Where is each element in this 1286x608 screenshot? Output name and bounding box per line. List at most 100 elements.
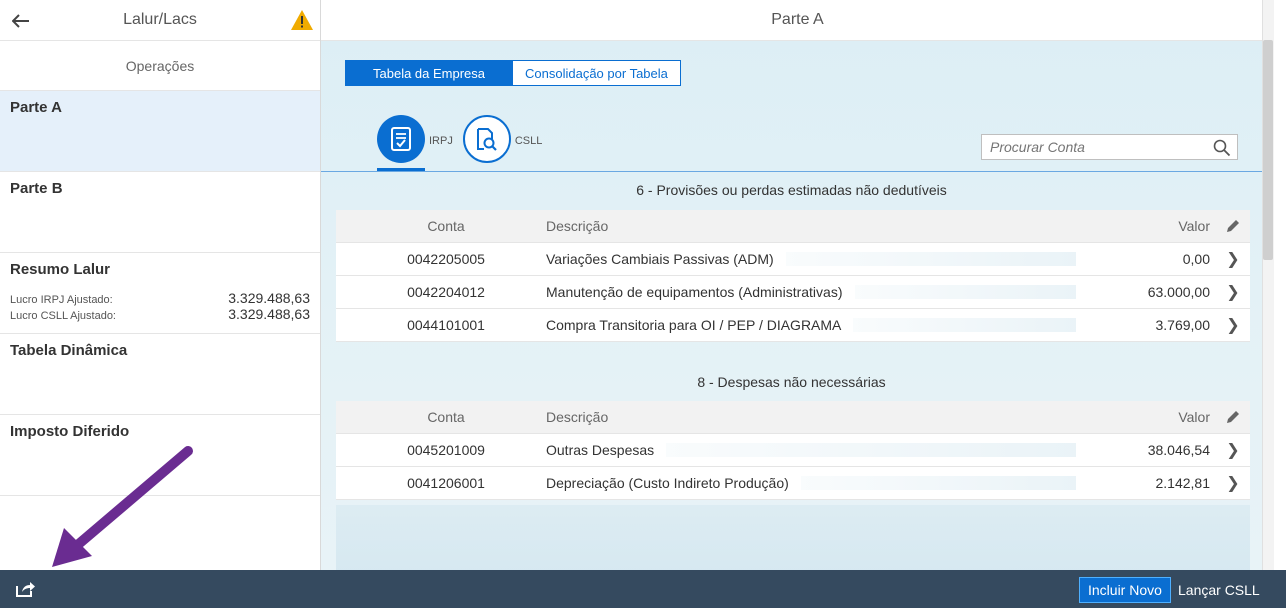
table-row[interactable]: 0044101001 Compra Transitoria para OI / … — [336, 309, 1250, 342]
cell-descricao: Depreciação (Custo Indireto Produção) — [536, 475, 1096, 491]
cell-descricao: Compra Transitoria para OI / PEP / DIAGR… — [536, 317, 1096, 333]
detail-title: Parte A — [321, 0, 1274, 41]
lucro-irpj-label: Lucro IRPJ Ajustado: — [10, 294, 113, 306]
cell-valor: 3.769,00 — [1155, 317, 1211, 333]
document-check-icon — [391, 127, 411, 151]
edit-button[interactable] — [1216, 218, 1250, 234]
pencil-icon — [1227, 411, 1239, 423]
cell-descricao-text: Variações Cambiais Passivas (ADM) — [546, 251, 774, 267]
chevron-right-icon: ❯ — [1226, 251, 1240, 268]
master-item-parte-a[interactable]: Parte A — [0, 91, 320, 172]
cell-conta: 0041206001 — [407, 475, 485, 491]
lucro-csll-label: Lucro CSLL Ajustado: — [10, 310, 116, 322]
col-valor-header: Valor — [1178, 218, 1210, 234]
master-panel: Lalur/Lacs Operações Parte A Parte B Res… — [0, 0, 321, 570]
table-row[interactable]: 0041206001 Depreciação (Custo Indireto P… — [336, 467, 1250, 500]
master-header: Lalur/Lacs — [0, 0, 320, 41]
cell-fill — [666, 443, 1076, 457]
row-navigation[interactable]: ❯ — [1216, 249, 1250, 269]
col-conta-header: Conta — [427, 218, 465, 234]
cell-descricao-text: Outras Despesas — [546, 442, 655, 458]
scrollbar[interactable] — [1262, 0, 1274, 570]
cell-descricao-text: Depreciação (Custo Indireto Produção) — [546, 475, 789, 491]
lancar-csll-button[interactable]: Lançar CSLL — [1172, 577, 1266, 603]
segment-tabela-da-empresa[interactable]: Tabela da Empresa — [345, 60, 514, 86]
table-group-6: Conta Descrição Valor 0042205005 Variaçõ… — [336, 210, 1250, 342]
edit-button[interactable] — [1216, 409, 1250, 425]
tab-csll-label: CSLL — [514, 135, 543, 147]
chevron-right-icon: ❯ — [1226, 475, 1240, 492]
segmented-control: Tabela da Empresa Consolidação por Tabel… — [345, 60, 681, 86]
col-conta-header: Conta — [427, 409, 465, 425]
col-valor-header: Valor — [1178, 409, 1210, 425]
search-field[interactable] — [981, 134, 1238, 160]
row-navigation[interactable]: ❯ — [1216, 473, 1250, 493]
tab-irpj-label: IRPJ — [429, 135, 453, 147]
cell-fill — [853, 318, 1076, 332]
chevron-right-icon: ❯ — [1226, 442, 1240, 459]
cell-descricao: Variações Cambiais Passivas (ADM) — [536, 251, 1096, 267]
back-button[interactable] — [8, 8, 34, 34]
cell-valor: 2.142,81 — [1155, 475, 1211, 491]
blurred-content-area — [336, 505, 1250, 570]
master-item-tabela-dinamica[interactable]: Tabela Dinâmica — [0, 334, 320, 415]
cell-valor: 63.000,00 — [1147, 284, 1210, 300]
master-subheader: Operações — [0, 41, 320, 91]
master-item-title: Parte A — [10, 99, 62, 116]
master-item-resumo-lalur[interactable]: Resumo Lalur Lucro IRPJ Ajustado: 3.329.… — [0, 253, 320, 334]
cell-fill — [854, 285, 1076, 299]
table-row[interactable]: 0045201009 Outras Despesas 38.046,54 ❯ — [336, 434, 1250, 467]
col-descricao-header: Descrição — [546, 409, 609, 425]
master-item-parte-b[interactable]: Parte B — [0, 172, 320, 253]
cell-fill — [785, 252, 1076, 266]
table-group-8: Conta Descrição Valor 0045201009 Outras … — [336, 401, 1250, 500]
warning-icon[interactable] — [290, 8, 314, 32]
lucro-csll-row: Lucro CSLL Ajustado: 3.329.488,63 — [10, 306, 310, 322]
table-header: Conta Descrição Valor — [336, 401, 1250, 434]
lucro-irpj-row: Lucro IRPJ Ajustado: 3.329.488,63 — [10, 290, 310, 306]
tab-irpj[interactable]: IRPJ — [377, 107, 453, 171]
table-row[interactable]: 0042205005 Variações Cambiais Passivas (… — [336, 243, 1250, 276]
master-item-title: Tabela Dinâmica — [10, 342, 128, 359]
search-input[interactable] — [990, 139, 1205, 155]
master-item-imposto-diferido[interactable]: Imposto Diferido — [0, 415, 320, 496]
incluir-novo-button[interactable]: Incluir Novo — [1079, 577, 1171, 603]
master-item-title: Parte B — [10, 180, 63, 197]
tab-csll-circle — [462, 115, 511, 163]
cell-descricao-text: Compra Transitoria para OI / PEP / DIAGR… — [546, 317, 842, 333]
chevron-right-icon: ❯ — [1226, 284, 1240, 301]
master-item-title: Imposto Diferido — [10, 423, 130, 440]
footer-toolbar: Incluir Novo Lançar CSLL — [0, 570, 1286, 608]
detail-panel: Parte A Tabela da Empresa Consolidação p… — [321, 0, 1274, 570]
search-icon[interactable] — [1213, 139, 1231, 157]
row-navigation[interactable]: ❯ — [1216, 440, 1250, 460]
tab-bar-separator — [321, 171, 1262, 172]
cell-conta: 0042204012 — [407, 284, 485, 300]
col-descricao-header: Descrição — [546, 218, 609, 234]
cell-descricao: Outras Despesas — [536, 442, 1096, 458]
share-icon[interactable] — [14, 579, 36, 599]
cell-fill — [800, 476, 1076, 490]
tab-irpj-circle — [377, 115, 425, 163]
chevron-right-icon: ❯ — [1226, 317, 1240, 334]
lucro-csll-value: 3.329.488,63 — [228, 306, 310, 322]
group-title: 6 - Provisões ou perdas estimadas não de… — [636, 182, 947, 198]
cell-conta: 0044101001 — [407, 317, 485, 333]
group-title: 8 - Despesas não necessárias — [697, 374, 886, 390]
segment-consolidacao-por-tabela[interactable]: Consolidação por Tabela — [513, 60, 681, 86]
table-header: Conta Descrição Valor — [336, 210, 1250, 243]
row-navigation[interactable]: ❯ — [1216, 282, 1250, 302]
cell-descricao-text: Manutenção de equipamentos (Administrati… — [546, 284, 843, 300]
arrow-left-icon — [12, 14, 29, 28]
document-search-icon — [476, 128, 497, 151]
scrollbar-thumb[interactable] — [1263, 40, 1273, 260]
cell-conta: 0045201009 — [407, 442, 485, 458]
master-item-title: Resumo Lalur — [10, 261, 111, 278]
table-row[interactable]: 0042204012 Manutenção de equipamentos (A… — [336, 276, 1250, 309]
cell-valor: 0,00 — [1182, 251, 1210, 267]
pencil-icon — [1227, 220, 1239, 232]
cell-descricao: Manutenção de equipamentos (Administrati… — [536, 284, 1096, 300]
tab-csll[interactable]: CSLL — [462, 107, 543, 171]
row-navigation[interactable]: ❯ — [1216, 315, 1250, 335]
cell-valor: 38.046,54 — [1147, 442, 1210, 458]
